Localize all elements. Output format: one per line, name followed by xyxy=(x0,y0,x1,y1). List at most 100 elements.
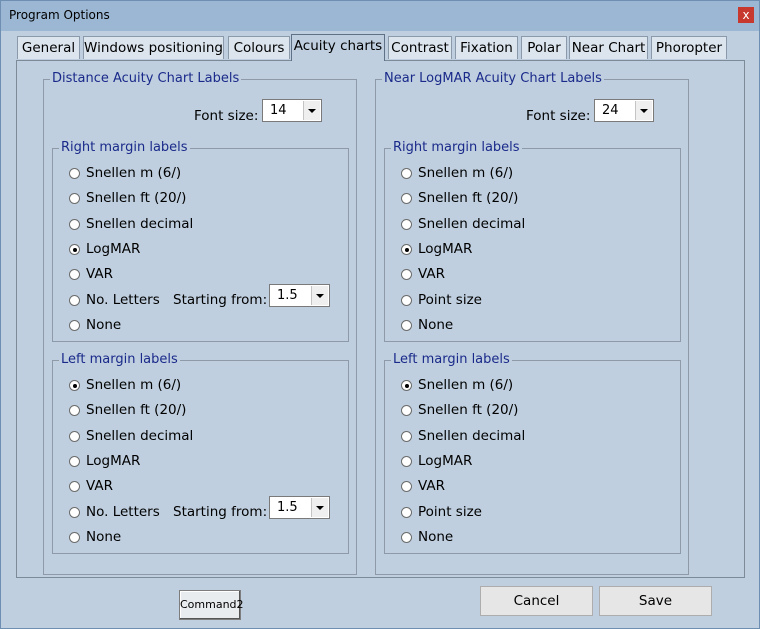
chevron-down-icon[interactable] xyxy=(635,101,652,120)
radio-label: None xyxy=(86,317,122,333)
radio-circle-icon xyxy=(401,507,412,518)
radio-label: Point size xyxy=(418,292,482,308)
radio-label: None xyxy=(418,529,454,545)
radio-circle-icon xyxy=(401,269,412,280)
distance-left-margin-frame: Left margin labels Snellen m (6/) Snelle… xyxy=(52,352,349,554)
close-button[interactable]: x xyxy=(738,7,754,23)
radio-label: No. Letters xyxy=(86,292,160,308)
radio-label: None xyxy=(86,529,122,545)
distance-acuity-frame: Distance Acuity Chart Labels Font size: … xyxy=(43,71,357,575)
radio-label: Snellen decimal xyxy=(86,216,194,232)
radio-label: Snellen m (6/) xyxy=(86,165,182,181)
title-bar: Program Options x xyxy=(1,1,759,31)
radio-circle-icon xyxy=(401,481,412,492)
distance-left-caption: Left margin labels xyxy=(59,352,180,368)
radio-circle-icon xyxy=(69,320,80,331)
distance-frame-caption: Distance Acuity Chart Labels xyxy=(50,71,242,87)
radio-circle-icon xyxy=(401,193,412,204)
distance-right-starting-select[interactable]: 1.5 xyxy=(269,284,330,307)
command2-button[interactable]: Command2 xyxy=(179,590,244,620)
acuity-charts-panel: Distance Acuity Chart Labels Font size: … xyxy=(16,60,745,578)
radio-label: None xyxy=(418,317,454,333)
distance-left-starting-label: Starting from: xyxy=(173,504,268,520)
window-title: Program Options xyxy=(9,8,110,22)
distance-right-margin-frame: Right margin labels Snellen m (6/) Snell… xyxy=(52,140,349,342)
near-frame-caption: Near LogMAR Acuity Chart Labels xyxy=(382,71,604,87)
radio-label: Snellen decimal xyxy=(418,216,526,232)
radio-circle-icon xyxy=(401,405,412,416)
near-left-caption: Left margin labels xyxy=(391,352,512,368)
chevron-down-icon[interactable] xyxy=(303,101,320,120)
tab-general[interactable]: General xyxy=(17,36,80,59)
near-logmar-frame: Near LogMAR Acuity Chart Labels Font siz… xyxy=(375,71,689,575)
radio-label: Snellen decimal xyxy=(86,428,194,444)
radio-circle-icon xyxy=(69,193,80,204)
distance-font-size-value: 14 xyxy=(270,103,287,118)
radio-label: Point size xyxy=(418,504,482,520)
radio-circle-icon xyxy=(401,320,412,331)
tab-polar[interactable]: Polar xyxy=(521,36,567,59)
radio-label: VAR xyxy=(418,478,445,494)
radio-label: VAR xyxy=(86,266,113,282)
distance-right-starting-value: 1.5 xyxy=(277,288,298,303)
radio-circle-icon xyxy=(69,456,80,467)
tab-contrast[interactable]: Contrast xyxy=(388,36,452,59)
radio-checked-icon xyxy=(69,380,80,391)
distance-font-size-label: Font size: xyxy=(194,108,259,124)
radio-label: LogMAR xyxy=(86,453,141,469)
radio-circle-icon xyxy=(69,481,80,492)
distance-right-caption: Right margin labels xyxy=(59,140,190,156)
program-options-window: Program Options x General Windows positi… xyxy=(0,0,760,629)
tab-windows-positioning[interactable]: Windows positioning xyxy=(83,36,224,59)
radio-checked-icon xyxy=(401,244,412,255)
tab-fixation[interactable]: Fixation xyxy=(455,36,518,59)
radio-circle-icon xyxy=(69,269,80,280)
radio-circle-icon xyxy=(69,295,80,306)
radio-checked-icon xyxy=(69,244,80,255)
radio-circle-icon xyxy=(401,456,412,467)
near-right-caption: Right margin labels xyxy=(391,140,522,156)
radio-label: Snellen decimal xyxy=(418,428,526,444)
radio-circle-icon xyxy=(69,405,80,416)
radio-circle-icon xyxy=(401,219,412,230)
radio-label: Snellen m (6/) xyxy=(86,377,182,393)
distance-font-size-select[interactable]: 14 xyxy=(262,99,322,122)
radio-circle-icon xyxy=(69,507,80,518)
radio-label: Snellen m (6/) xyxy=(418,377,514,393)
radio-label: VAR xyxy=(418,266,445,282)
tab-acuity-charts[interactable]: Acuity charts xyxy=(291,34,385,61)
distance-right-starting-label: Starting from: xyxy=(173,292,268,308)
tab-phoropter[interactable]: Phoropter xyxy=(651,36,727,59)
distance-left-starting-value: 1.5 xyxy=(277,500,298,515)
radio-label: Snellen m (6/) xyxy=(418,165,514,181)
radio-circle-icon xyxy=(401,295,412,306)
near-right-margin-frame: Right margin labels Snellen m (6/) Snell… xyxy=(384,140,681,342)
radio-label: Snellen ft (20/) xyxy=(418,190,519,206)
chevron-down-icon[interactable] xyxy=(311,286,328,305)
radio-circle-icon xyxy=(69,431,80,442)
radio-circle-icon xyxy=(401,168,412,179)
radio-label: LogMAR xyxy=(418,453,473,469)
radio-label: LogMAR xyxy=(86,241,141,257)
radio-checked-icon xyxy=(401,380,412,391)
near-font-size-value: 24 xyxy=(602,103,619,118)
radio-circle-icon xyxy=(69,168,80,179)
radio-label: Snellen ft (20/) xyxy=(86,190,187,206)
tab-colours[interactable]: Colours xyxy=(228,36,290,59)
radio-circle-icon xyxy=(69,532,80,543)
radio-circle-icon xyxy=(401,532,412,543)
radio-label: LogMAR xyxy=(418,241,473,257)
radio-circle-icon xyxy=(69,219,80,230)
radio-label: Snellen ft (20/) xyxy=(86,402,187,418)
save-button[interactable]: Save xyxy=(599,586,712,616)
near-left-margin-frame: Left margin labels Snellen m (6/) Snelle… xyxy=(384,352,681,554)
radio-label: No. Letters xyxy=(86,504,160,520)
cancel-button[interactable]: Cancel xyxy=(480,586,593,616)
radio-label: Snellen ft (20/) xyxy=(418,402,519,418)
near-font-size-select[interactable]: 24 xyxy=(594,99,654,122)
distance-left-starting-select[interactable]: 1.5 xyxy=(269,496,330,519)
near-font-size-label: Font size: xyxy=(526,108,591,124)
tab-near-chart[interactable]: Near Chart xyxy=(569,36,648,59)
chevron-down-icon[interactable] xyxy=(311,498,328,517)
radio-label: VAR xyxy=(86,478,113,494)
